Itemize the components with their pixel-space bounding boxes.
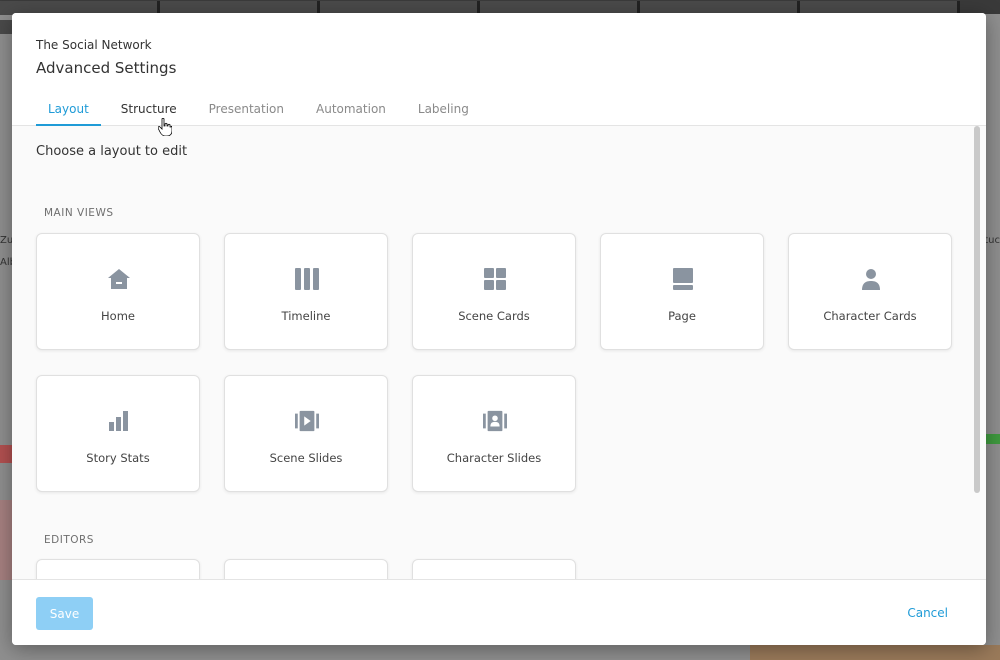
tab-presentation[interactable]: Presentation <box>197 93 296 126</box>
layout-card-character-slides[interactable]: Character Slides <box>412 375 576 492</box>
cancel-button[interactable]: Cancel <box>907 606 948 620</box>
layout-card-label: Page <box>668 309 696 323</box>
page-icon <box>671 267 695 291</box>
layout-card-label: Timeline <box>281 309 331 323</box>
layout-card-label: Scene Slides <box>269 451 343 465</box>
timeline-icon <box>295 267 319 291</box>
tab-structure[interactable]: Structure <box>109 93 189 126</box>
scrollbar[interactable] <box>974 126 980 493</box>
contact-slides-icon <box>483 409 507 433</box>
person-icon <box>859 267 883 291</box>
grid-icon <box>483 267 507 291</box>
home-icon <box>107 267 131 291</box>
layout-card-character-cards[interactable]: Character Cards <box>788 233 952 350</box>
layout-card-scene-cards[interactable]: Scene Cards <box>412 233 576 350</box>
tab-automation[interactable]: Automation <box>304 93 398 126</box>
project-name: The Social Network <box>36 38 152 52</box>
editor-card[interactable] <box>412 559 576 579</box>
settings-tabs: Layout Structure Presentation Automation… <box>36 93 489 126</box>
dialog-footer: Save Cancel <box>12 579 986 645</box>
editor-card[interactable] <box>36 559 200 579</box>
layout-card-page[interactable]: Page <box>600 233 764 350</box>
layout-chooser: Choose a layout to edit MAIN VIEWS Home … <box>12 126 986 579</box>
bar-chart-icon <box>107 409 131 433</box>
layout-card-story-stats[interactable]: Story Stats <box>36 375 200 492</box>
layout-card-label: Story Stats <box>86 451 150 465</box>
layout-card-home[interactable]: Home <box>36 233 200 350</box>
layout-card-label: Home <box>101 309 135 323</box>
background-red-block <box>0 445 12 463</box>
advanced-settings-dialog: The Social Network Advanced Settings Lay… <box>12 13 986 645</box>
editors-label: EDITORS <box>44 534 94 546</box>
layout-card-scene-slides[interactable]: Scene Slides <box>224 375 388 492</box>
main-views-label: MAIN VIEWS <box>44 207 114 219</box>
editor-card[interactable] <box>224 559 388 579</box>
section-heading: Choose a layout to edit <box>36 144 188 159</box>
save-button[interactable]: Save <box>36 597 93 630</box>
slides-icon <box>295 409 319 433</box>
layout-card-timeline[interactable]: Timeline <box>224 233 388 350</box>
background-green-block <box>986 434 1000 444</box>
hand-cursor-icon <box>158 118 172 136</box>
tab-layout[interactable]: Layout <box>36 93 101 126</box>
background-thumbnail-strip <box>0 0 1000 34</box>
layout-card-label: Scene Cards <box>458 309 530 323</box>
layout-card-label: Character Slides <box>446 451 542 465</box>
dialog-header: The Social Network Advanced Settings Lay… <box>12 13 986 126</box>
dialog-title: Advanced Settings <box>36 59 177 77</box>
layout-card-label: Character Cards <box>823 309 917 323</box>
tab-labeling[interactable]: Labeling <box>406 93 481 126</box>
background-orange-block <box>750 645 1000 660</box>
background-pink-block <box>0 500 12 580</box>
